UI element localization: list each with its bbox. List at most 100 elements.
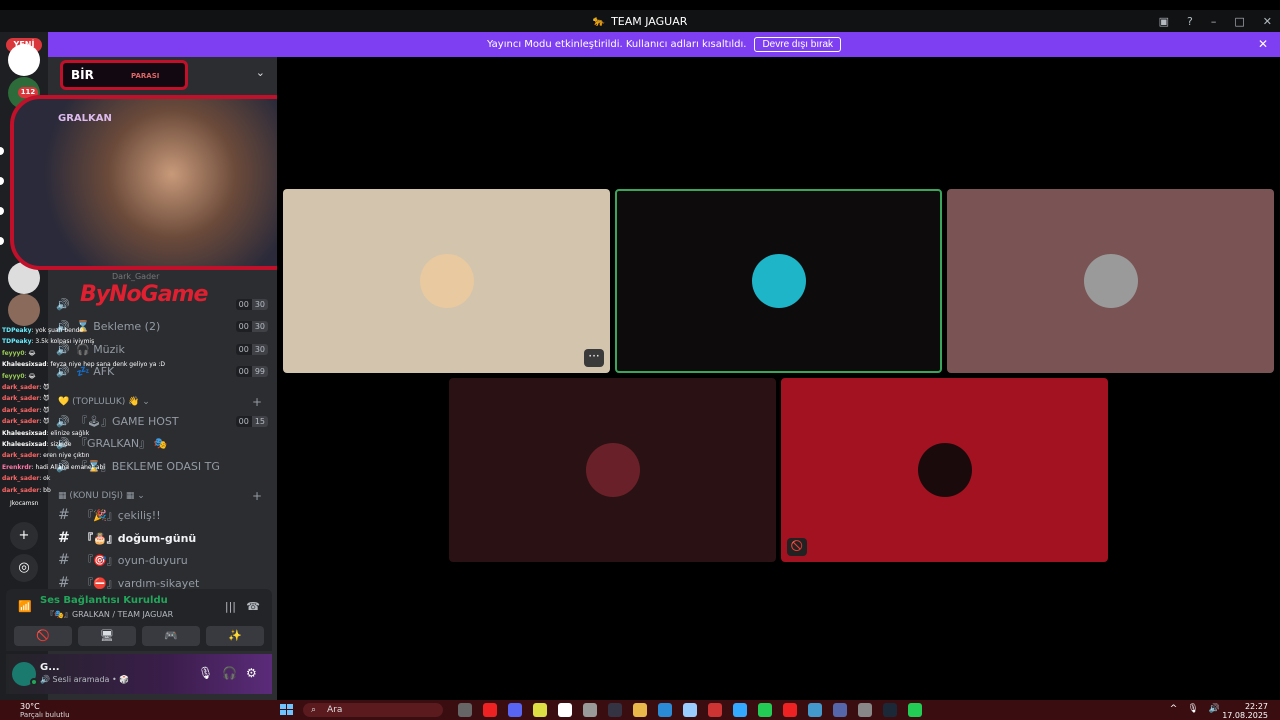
chrome-icon[interactable] <box>533 703 547 717</box>
chat-username: dark_sader <box>2 395 40 403</box>
taskbar-search[interactable]: ⌕ Ara <box>303 703 443 717</box>
text-channel-dogum-gunu[interactable]: # 『🎂』doğum-günü <box>58 527 268 549</box>
text-channel-oyun-duyuru[interactable]: # 『🎯』oyun-duyuru <box>58 549 268 571</box>
app-icon[interactable] <box>708 703 722 717</box>
username[interactable]: G... <box>40 662 60 673</box>
discord-window: 🐆 TEAM JAGUAR ▣ ? – □ ✕ Yayıncı Modu etk… <box>0 0 1280 700</box>
text-channel-cekilis[interactable]: # 『🎉』çekiliş!! <box>58 504 268 526</box>
chat-username: Khaleesixsad <box>2 441 47 449</box>
chat-username: dark_sader <box>2 406 40 414</box>
more-options-icon[interactable]: ··· <box>584 349 604 367</box>
hash-icon: # <box>58 530 70 546</box>
add-server-button[interactable]: + <box>10 522 38 550</box>
game-icon[interactable] <box>608 703 622 717</box>
create-channel-icon[interactable]: + <box>252 489 262 503</box>
camera-off-button[interactable]: 🚫 <box>14 626 72 646</box>
notepad-icon[interactable] <box>683 703 697 717</box>
chat-username: feyyy0 <box>2 349 25 357</box>
edge-icon[interactable] <box>658 703 672 717</box>
store-icon[interactable] <box>583 703 597 717</box>
chevron-down-icon[interactable]: ⌄ <box>256 66 265 79</box>
youtube-icon[interactable] <box>483 703 497 717</box>
clock[interactable]: 22:27 17.08.2025 <box>1222 702 1268 720</box>
server-icon[interactable] <box>8 294 40 326</box>
task-view-icon[interactable] <box>458 703 472 717</box>
chat-message: dark_sader: bb <box>2 485 182 496</box>
windows-start-icon[interactable] <box>280 704 294 716</box>
voice-actions: 🚫 🖥 🎮 ✨ <box>6 626 272 650</box>
participant-tile[interactable]: 🚫 <box>781 378 1108 562</box>
chat-text: : hadi Allaha emanet abi <box>31 463 106 471</box>
folder-icon[interactable] <box>633 703 647 717</box>
window-title: 🐆 TEAM JAGUAR <box>593 15 688 28</box>
weather-widget[interactable]: 30°C Parçalı bulutlu <box>20 702 70 719</box>
chat-text: : sizinde <box>46 441 72 449</box>
chevron-up-icon[interactable]: ^ <box>1170 704 1178 714</box>
search-placeholder: Ara <box>327 705 343 715</box>
gear-icon[interactable]: ⚙ <box>246 666 257 680</box>
home-server-icon[interactable] <box>8 44 40 76</box>
user-limit: 00 30 <box>235 320 268 332</box>
whatsapp-icon[interactable] <box>908 703 922 717</box>
headset-icon[interactable]: 🎧 <box>222 666 237 680</box>
app-icon[interactable] <box>758 703 772 717</box>
user-panel: G... 🔊 Sesli aramada • 🎲 🎙 🎧 ⚙ <box>6 654 272 694</box>
close-banner-icon[interactable]: ✕ <box>1258 37 1268 51</box>
participant-avatar <box>751 254 806 308</box>
user-limit: 00 30 <box>235 343 268 355</box>
create-channel-icon[interactable]: + <box>252 395 262 409</box>
chat-text: : ok <box>39 475 51 483</box>
microphone-icon[interactable]: 🎙 <box>198 666 213 680</box>
disable-streamer-mode-button[interactable]: Devre dışı bırak <box>754 37 842 52</box>
chat-username: Khaleesixsad <box>2 429 47 437</box>
soundboard-button[interactable]: ✨ <box>206 626 264 646</box>
participant-tile[interactable]: ··· <box>283 189 610 373</box>
activity-button[interactable]: 🎮 <box>142 626 200 646</box>
voice-status[interactable]: Ses Bağlantısı Kuruldu <box>40 595 168 606</box>
participant-avatar <box>419 254 474 308</box>
chat-message: dark_sader: ok <box>2 473 182 484</box>
chat-text: : 😈 <box>39 395 50 403</box>
chat-username: dark_sader <box>2 452 40 460</box>
noise-suppression-icon[interactable]: ||| <box>225 600 236 613</box>
voice-channel-path[interactable]: 『🎭』GRALKAN / TEAM JAGUAR <box>46 609 173 620</box>
participant-tile[interactable] <box>449 378 776 562</box>
app-icon[interactable] <box>733 703 747 717</box>
limit-current: 00 <box>235 415 252 427</box>
microphone-icon[interactable]: 🎙 <box>1187 704 1198 714</box>
disconnect-icon[interactable]: ☎ <box>246 600 260 613</box>
chat-text: : 😈 <box>39 418 50 426</box>
maximize-button[interactable]: □ <box>1234 15 1244 28</box>
app-icon[interactable] <box>833 703 847 717</box>
sponsor-brand: ByNoGame <box>80 282 208 307</box>
discord-icon[interactable] <box>508 703 522 717</box>
steam-icon[interactable] <box>883 703 897 717</box>
channel-name: 『🎉』çekiliş!! <box>82 509 161 522</box>
close-window-button[interactable]: ✕ <box>1263 15 1272 28</box>
participant-tile[interactable] <box>947 189 1274 373</box>
chat-message: feyyy0: 😂 <box>2 348 182 359</box>
title-bar: 🐆 TEAM JAGUAR ▣ ? – □ ✕ <box>0 10 1280 32</box>
screen-share-button[interactable]: 🖥 <box>78 626 136 646</box>
signal-icon[interactable]: 📶 <box>18 600 32 613</box>
limit-current: 00 <box>235 365 252 377</box>
participant-avatar <box>917 443 972 497</box>
minimize-button[interactable]: – <box>1211 15 1217 28</box>
discover-servers-button[interactable]: ◎ <box>10 554 38 582</box>
logo-word: BİR <box>71 68 94 82</box>
chat-username: dark_sader <box>2 418 40 426</box>
volume-icon[interactable]: 🔊 <box>1209 704 1220 714</box>
streamer-mode-banner: Yayıncı Modu etkinleştirildi. Kullanıcı … <box>48 32 1280 57</box>
unread-indicator <box>0 207 4 215</box>
speaker-icon: 🔊 <box>56 297 70 311</box>
opera-icon[interactable] <box>783 703 797 717</box>
participant-tile-speaking[interactable] <box>615 189 942 373</box>
settings-icon[interactable] <box>858 703 872 717</box>
app-icon[interactable] <box>808 703 822 717</box>
monitor-icon[interactable]: ▣ <box>1159 15 1169 28</box>
help-icon[interactable]: ? <box>1187 15 1193 28</box>
chat-text: : 😈 <box>39 384 50 392</box>
capcut-icon[interactable] <box>558 703 572 717</box>
weather-condition: Parçalı bulutlu <box>20 711 70 719</box>
limit-current: 00 <box>235 343 252 355</box>
